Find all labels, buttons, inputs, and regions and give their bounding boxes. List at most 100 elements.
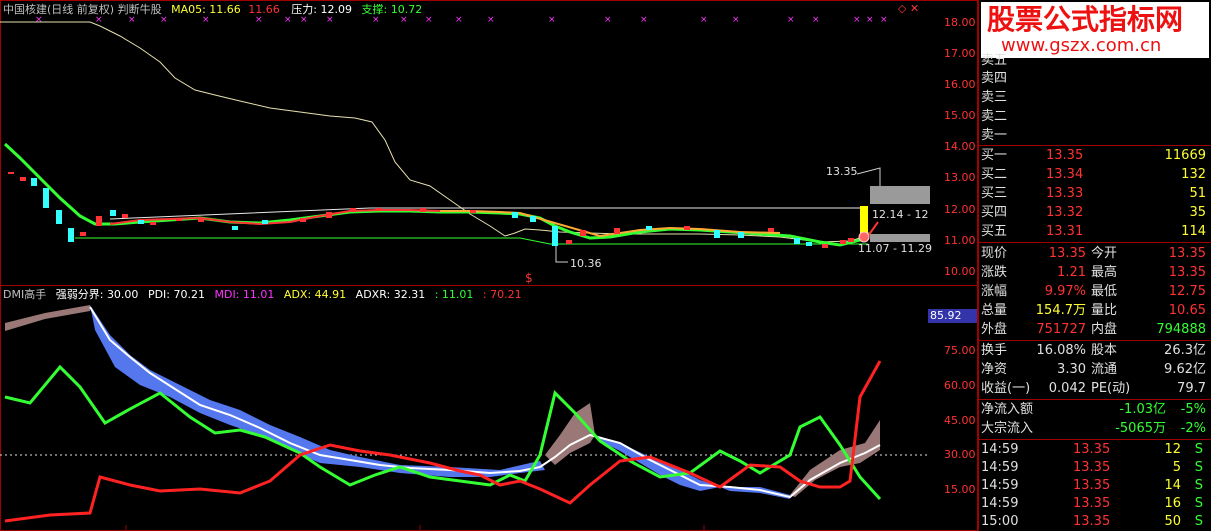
range-box-low bbox=[870, 234, 930, 242]
svg-text:×: × bbox=[880, 15, 888, 25]
buy-row[interactable]: 买三 13.33 51 bbox=[978, 185, 1211, 203]
svg-text:×: × bbox=[372, 15, 380, 25]
range-box-high bbox=[870, 186, 930, 204]
buy-volume: 114 bbox=[1181, 224, 1206, 239]
sell-label: 卖二 bbox=[981, 109, 1008, 124]
dmi-tick: 15.00 bbox=[944, 483, 976, 496]
svg-text:×: × bbox=[604, 15, 612, 25]
fund-row: 换手 16.08% 股本 26.3亿 bbox=[978, 342, 1211, 360]
quote-label-2: 最低 bbox=[1091, 284, 1118, 299]
fund-label-2: 流通 bbox=[1091, 362, 1118, 377]
svg-text:×: × bbox=[812, 15, 820, 25]
quote-label-2: 量比 bbox=[1091, 303, 1118, 318]
watermark-title: 股票公式指标网 bbox=[987, 3, 1184, 36]
buy-row[interactable]: 买二 13.34 132 bbox=[978, 166, 1211, 184]
price-tick: 10.00 bbox=[944, 265, 976, 278]
buy-volume: 11669 bbox=[1164, 148, 1206, 163]
svg-text:×: × bbox=[95, 15, 103, 25]
flow-row: 净流入额 -1.03亿 -5% bbox=[978, 401, 1211, 419]
quote-label: 总量 bbox=[981, 303, 1008, 318]
fund-row: 净资 3.30 流通 9.62亿 bbox=[978, 361, 1211, 379]
dmi-tick: 45.00 bbox=[944, 414, 976, 427]
svg-text:×: × bbox=[35, 15, 43, 25]
sell-label: 卖五 bbox=[981, 53, 1008, 68]
tick-row: 14:59 13.35 12 S bbox=[978, 441, 1211, 459]
buy-row[interactable]: 买四 13.32 35 bbox=[978, 204, 1211, 222]
svg-text:×: × bbox=[640, 15, 648, 25]
sell-row[interactable]: 卖一 bbox=[978, 127, 1211, 145]
quote-label: 外盘 bbox=[981, 322, 1008, 337]
flow-label: 大宗流入 bbox=[981, 421, 1034, 436]
svg-text:×: × bbox=[787, 15, 795, 25]
tick-side: S bbox=[1194, 514, 1203, 529]
sell-row[interactable]: 卖五 bbox=[978, 52, 1211, 70]
buy-label: 买二 bbox=[981, 167, 1008, 182]
quote-row: 涨跌 1.21 最高 13.35 bbox=[978, 264, 1211, 282]
price-tick: 15.00 bbox=[944, 109, 976, 122]
price-tick: 13.00 bbox=[944, 171, 976, 184]
buy-price: 13.34 bbox=[1046, 167, 1084, 182]
adx-ribbon-brown bbox=[5, 305, 90, 331]
svg-text:×: × bbox=[400, 15, 408, 25]
tick-side: S bbox=[1194, 478, 1203, 493]
tick-time: 15:00 bbox=[981, 514, 1019, 529]
buy-volume: 35 bbox=[1189, 205, 1206, 220]
quote-value-2: 12.75 bbox=[1168, 284, 1206, 299]
pdi-line bbox=[4, 360, 882, 523]
ma-green-line bbox=[3, 142, 870, 247]
svg-text:×: × bbox=[700, 15, 708, 25]
buy-label: 买四 bbox=[981, 205, 1008, 220]
dmi-chart-svg bbox=[0, 305, 930, 531]
fund-label: 净资 bbox=[981, 362, 1008, 377]
svg-text:×: × bbox=[866, 15, 874, 25]
divider bbox=[978, 340, 1211, 341]
tick-side: S bbox=[1194, 496, 1203, 511]
buy-row[interactable]: 买一 13.35 11669 bbox=[978, 147, 1211, 165]
quote-value-2: 10.65 bbox=[1168, 303, 1206, 318]
tick-time: 14:59 bbox=[981, 478, 1019, 493]
price-chart-svg: × × × × × × × × × × × × × × × × × × × × × × × × bbox=[0, 15, 930, 285]
divider bbox=[978, 242, 1211, 243]
buy-row[interactable]: 买五 13.31 114 bbox=[978, 223, 1211, 241]
sell-row[interactable]: 卖二 bbox=[978, 108, 1211, 126]
svg-text:×: × bbox=[128, 15, 136, 25]
signal-markers: × × × × × × × × × × × × × × × × × × × × × × × × bbox=[35, 15, 888, 25]
tick-price: 13.35 bbox=[1073, 514, 1111, 529]
fund-value: 3.30 bbox=[1057, 362, 1086, 377]
buy-price: 13.33 bbox=[1046, 186, 1084, 201]
quote-label: 涨幅 bbox=[981, 284, 1008, 299]
svg-text:×: × bbox=[284, 15, 292, 25]
right-panel-border bbox=[977, 0, 978, 531]
fund-value-2: 26.3亿 bbox=[1164, 343, 1206, 358]
dmi-y-axis: 75.00 60.00 45.00 30.00 15.00 bbox=[930, 285, 978, 531]
fund-value-2: 9.62亿 bbox=[1164, 362, 1206, 377]
sell-label: 卖一 bbox=[981, 128, 1008, 143]
price-tick: 11.00 bbox=[944, 234, 976, 247]
tick-volume: 16 bbox=[1164, 496, 1181, 511]
flow-value: -5065万 bbox=[1115, 421, 1166, 436]
svg-text:×: × bbox=[160, 15, 168, 25]
long-ma-line bbox=[0, 21, 861, 243]
flow-pct: -2% bbox=[1180, 421, 1206, 436]
flow-pct: -5% bbox=[1180, 402, 1206, 417]
dmi-tick: 30.00 bbox=[944, 448, 976, 461]
flow-value: -1.03亿 bbox=[1119, 402, 1166, 417]
tick-time: 14:59 bbox=[981, 496, 1019, 511]
quote-label: 涨跌 bbox=[981, 265, 1008, 280]
sell-label: 卖三 bbox=[981, 90, 1008, 105]
tick-row: 15:00 13.35 50 S bbox=[978, 513, 1211, 531]
quote-row: 现价 13.35 今开 13.35 bbox=[978, 245, 1211, 263]
fund-row: 收益(一) 0.042 PE(动) 79.7 bbox=[978, 380, 1211, 398]
quote-label-2: 今开 bbox=[1091, 246, 1118, 261]
flow-label: 净流入额 bbox=[981, 402, 1034, 417]
tick-row: 14:59 13.35 5 S bbox=[978, 459, 1211, 477]
sell-row[interactable]: 卖三 bbox=[978, 89, 1211, 107]
buy-volume: 51 bbox=[1189, 186, 1206, 201]
adx-ribbon-blue bbox=[90, 305, 545, 477]
sell-row[interactable]: 卖四 bbox=[978, 70, 1211, 88]
tick-volume: 5 bbox=[1172, 460, 1181, 475]
sell-label: 卖四 bbox=[981, 71, 1008, 86]
tick-volume: 14 bbox=[1164, 478, 1181, 493]
buy-price: 13.35 bbox=[1046, 148, 1084, 163]
svg-text:×: × bbox=[487, 15, 495, 25]
